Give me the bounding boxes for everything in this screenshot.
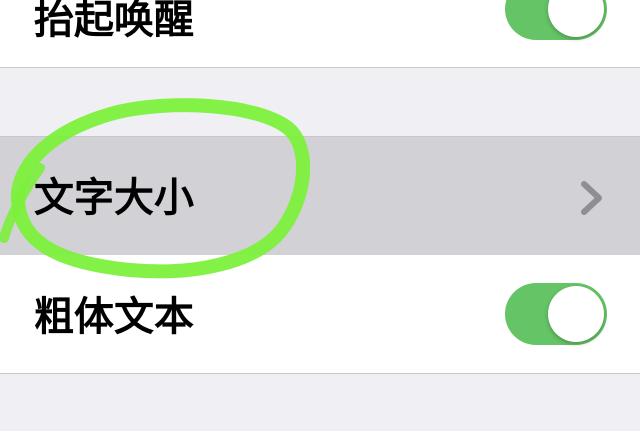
divider (0, 373, 640, 374)
toggle-knob (548, 286, 604, 342)
bold-text-toggle[interactable] (505, 283, 607, 345)
bold-text-label: 粗体文本 (34, 294, 194, 340)
settings-row-bold-text[interactable]: 粗体文本 (0, 255, 640, 373)
toggle-knob (548, 0, 604, 37)
settings-row-text-size[interactable]: 文字大小 (0, 137, 640, 255)
divider (0, 67, 640, 68)
raise-to-wake-toggle[interactable] (505, 0, 607, 40)
text-size-label: 文字大小 (34, 175, 194, 221)
settings-row-raise-to-wake[interactable]: 抬起唤醒 (0, 0, 640, 67)
raise-to-wake-label: 抬起唤醒 (34, 0, 194, 43)
chevron-right-icon (581, 181, 602, 215)
